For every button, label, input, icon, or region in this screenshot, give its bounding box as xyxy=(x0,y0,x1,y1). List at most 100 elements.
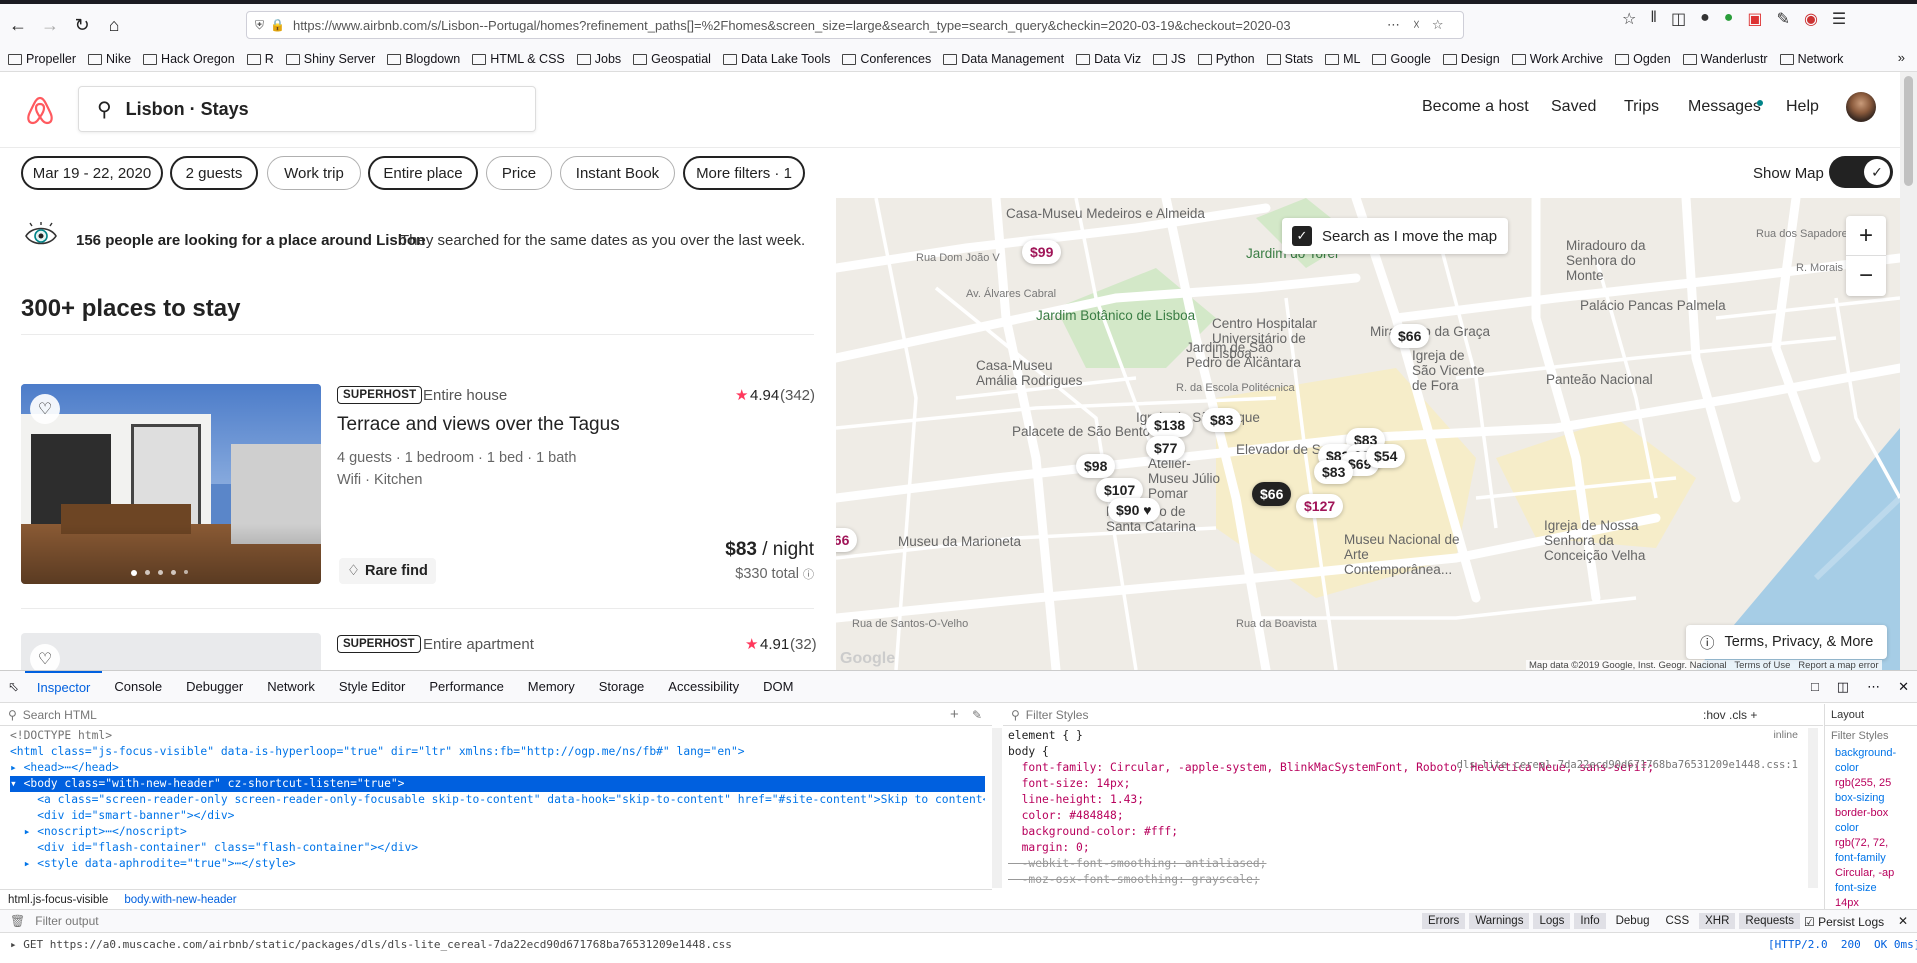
css-source-link[interactable]: dls-lite_cereal-7da22ecd90d671768ba76531… xyxy=(1008,759,1798,771)
filter-instant-book[interactable]: Instant Book xyxy=(560,156,675,190)
bookmark-folder[interactable]: Ogden xyxy=(1615,52,1671,66)
bookmark-folder[interactable]: Wanderlustr xyxy=(1682,52,1768,66)
nav-trips[interactable]: Trips xyxy=(1624,98,1659,116)
bookmark-folder[interactable]: Python xyxy=(1197,52,1255,66)
html-node[interactable]: <html class="js-focus-visible" data-is-h… xyxy=(10,744,985,760)
devtools-tab-debugger[interactable]: Debugger xyxy=(174,671,255,703)
devtools-tab-memory[interactable]: Memory xyxy=(516,671,587,703)
price-marker[interactable]: $83 xyxy=(1314,460,1354,484)
terms-button[interactable]: ⓘ Terms, Privacy, & More xyxy=(1686,625,1888,659)
nav-help[interactable]: Help xyxy=(1786,98,1819,116)
html-node[interactable]: ▾ <body class="with-new-header" cz-short… xyxy=(10,776,985,792)
price-marker[interactable]: $66 xyxy=(1252,482,1292,506)
show-map-toggle[interactable]: ✓ xyxy=(1829,156,1893,188)
bookmark-folder[interactable]: Google xyxy=(1372,52,1431,66)
devtools-menu-icon[interactable]: ⋯ xyxy=(1867,679,1880,695)
bookmark-folder[interactable]: Blogdown xyxy=(387,52,460,66)
devtools-tab-console[interactable]: Console xyxy=(102,671,174,703)
filter-guests[interactable]: 2 guests xyxy=(170,156,258,190)
price-marker[interactable]: $99 xyxy=(1022,240,1062,264)
console-filter-logs[interactable]: Logs xyxy=(1533,913,1571,929)
bookmark-folder[interactable]: JS xyxy=(1153,52,1186,66)
devtools-tab-storage[interactable]: Storage xyxy=(587,671,657,703)
bookmark-folder[interactable]: Hack Oregon xyxy=(143,52,235,66)
devtools-tab-dom[interactable]: DOM xyxy=(751,671,805,703)
menu-icon[interactable]: ☰ xyxy=(1832,9,1846,29)
price-marker[interactable]: $138 xyxy=(1146,413,1194,437)
filter-more[interactable]: More filters · 1 xyxy=(683,156,805,190)
html-scrollbar[interactable] xyxy=(992,728,1002,888)
photo-dots[interactable] xyxy=(131,570,188,576)
library-icon[interactable]: ‖ xyxy=(1650,9,1657,29)
breadcrumb-item[interactable]: body.with-new-header xyxy=(124,894,236,906)
airbnb-logo-icon[interactable] xyxy=(26,96,54,126)
css-line[interactable]: font-size: 14px; xyxy=(1008,776,1808,792)
trash-icon[interactable]: 🗑 xyxy=(10,914,25,928)
search-as-move-checkbox[interactable]: ✓ Search as I move the map xyxy=(1282,218,1508,254)
bookmark-star-icon[interactable]: ☆ xyxy=(1432,17,1444,33)
bookmark-folder[interactable]: Stats xyxy=(1266,52,1313,66)
add-node-icon[interactable]: + xyxy=(950,706,959,723)
css-line[interactable]: -moz-osx-font-smoothing: grayscale; xyxy=(1008,872,1808,888)
bookmark-folder[interactable]: Data Viz xyxy=(1076,52,1141,66)
css-line[interactable]: body { xyxy=(1008,744,1808,760)
html-node[interactable]: <a class="screen-reader-only screen-read… xyxy=(10,792,985,808)
css-line[interactable]: color: #484848; xyxy=(1008,808,1808,824)
bookmarks-overflow-icon[interactable]: » xyxy=(1898,50,1905,65)
bookmark-folder[interactable]: Data Lake Tools xyxy=(722,52,830,66)
pocket-icon[interactable]: ☓ xyxy=(1413,17,1420,33)
console-filter-xhr[interactable]: XHR xyxy=(1699,913,1736,929)
console-filter-css[interactable]: CSS xyxy=(1659,913,1695,929)
css-rules[interactable]: element { } body { font-family: Circular,… xyxy=(1008,728,1808,888)
layout-tab[interactable]: Layout xyxy=(1825,704,1917,726)
html-node[interactable]: <div id="smart-banner"></div> xyxy=(10,808,985,824)
html-node[interactable]: ▸ <style data-aphrodite="true">⋯</style> xyxy=(10,856,985,872)
bookmark-folder[interactable]: Design xyxy=(1442,52,1500,66)
bookmark-folder[interactable]: Geospatial xyxy=(633,52,711,66)
extension-shield-icon[interactable]: ◉ xyxy=(1804,9,1818,29)
bookmark-folder[interactable]: Nike xyxy=(88,52,131,66)
price-marker[interactable]: $83 xyxy=(1202,408,1242,432)
zoom-in-icon[interactable]: + xyxy=(1846,216,1886,256)
filter-styles-input[interactable]: Filter Styles xyxy=(1026,708,1089,722)
close-devtools-icon[interactable]: ✕ xyxy=(1898,679,1909,695)
devtools-tab-style-editor[interactable]: Style Editor xyxy=(327,671,417,703)
bookmark-folder[interactable]: Network xyxy=(1779,52,1843,66)
price-marker[interactable]: $66 xyxy=(1390,324,1430,348)
extension-green-icon[interactable]: ● xyxy=(1724,9,1734,29)
devtools-tab-accessibility[interactable]: Accessibility xyxy=(656,671,751,703)
listing-photo[interactable] xyxy=(21,633,321,670)
html-node[interactable]: <div id="flash-container" class="flash-c… xyxy=(10,840,985,856)
bookmark-folder[interactable]: Data Management xyxy=(943,52,1064,66)
bookmark-folder[interactable]: R xyxy=(246,52,274,66)
url-bar[interactable]: ⛨ 🔒 https://www.airbnb.com/s/Lisbon--Por… xyxy=(246,11,1464,39)
css-scrollbar[interactable] xyxy=(1808,728,1818,888)
reload-icon[interactable]: ↻ xyxy=(66,9,98,41)
pick-element-icon[interactable]: ⬁ xyxy=(8,679,19,695)
star-icon[interactable]: ☆ xyxy=(1622,9,1636,29)
filter-output-input[interactable]: Filter output xyxy=(35,914,98,928)
nav-saved[interactable]: Saved xyxy=(1551,98,1596,116)
extension-red-icon[interactable]: ▣ xyxy=(1747,9,1762,29)
info-icon[interactable]: ⓘ xyxy=(803,569,814,581)
close-icon[interactable]: ✕ xyxy=(1898,914,1908,928)
html-node[interactable]: ▸ <head>⋯</head> xyxy=(10,760,985,776)
bookmark-folder[interactable]: Propeller xyxy=(8,52,76,66)
console-filter-warnings[interactable]: Warnings xyxy=(1469,913,1530,929)
css-line[interactable]: margin: 0; xyxy=(1008,840,1808,856)
html-node[interactable]: ▸ <noscript>⋯</noscript> xyxy=(10,824,985,840)
html-node[interactable]: <!DOCTYPE html> xyxy=(10,728,985,744)
filter-entire-place[interactable]: Entire place xyxy=(368,156,478,190)
eyedropper-icon[interactable]: ✎ xyxy=(1777,9,1790,29)
devtools-tab-performance[interactable]: Performance xyxy=(417,671,515,703)
price-marker[interactable]: $77 xyxy=(1146,436,1186,460)
console-filter-errors[interactable]: Errors xyxy=(1422,913,1466,929)
filter-dates[interactable]: Mar 19 - 22, 2020 xyxy=(21,156,163,190)
bookmark-folder[interactable]: Jobs xyxy=(576,52,621,66)
dock-icon[interactable]: ◫ xyxy=(1837,679,1849,695)
map[interactable]: Casa-Museu Medeiros e Almeida Jardim do … xyxy=(836,198,1900,670)
responsive-icon[interactable]: □ xyxy=(1811,679,1819,695)
css-line[interactable]: -webkit-font-smoothing: antialiased; xyxy=(1008,856,1808,872)
nav-messages[interactable]: Messages xyxy=(1688,98,1761,116)
html-tree[interactable]: <!DOCTYPE html> <html class="js-focus-vis… xyxy=(10,728,985,872)
